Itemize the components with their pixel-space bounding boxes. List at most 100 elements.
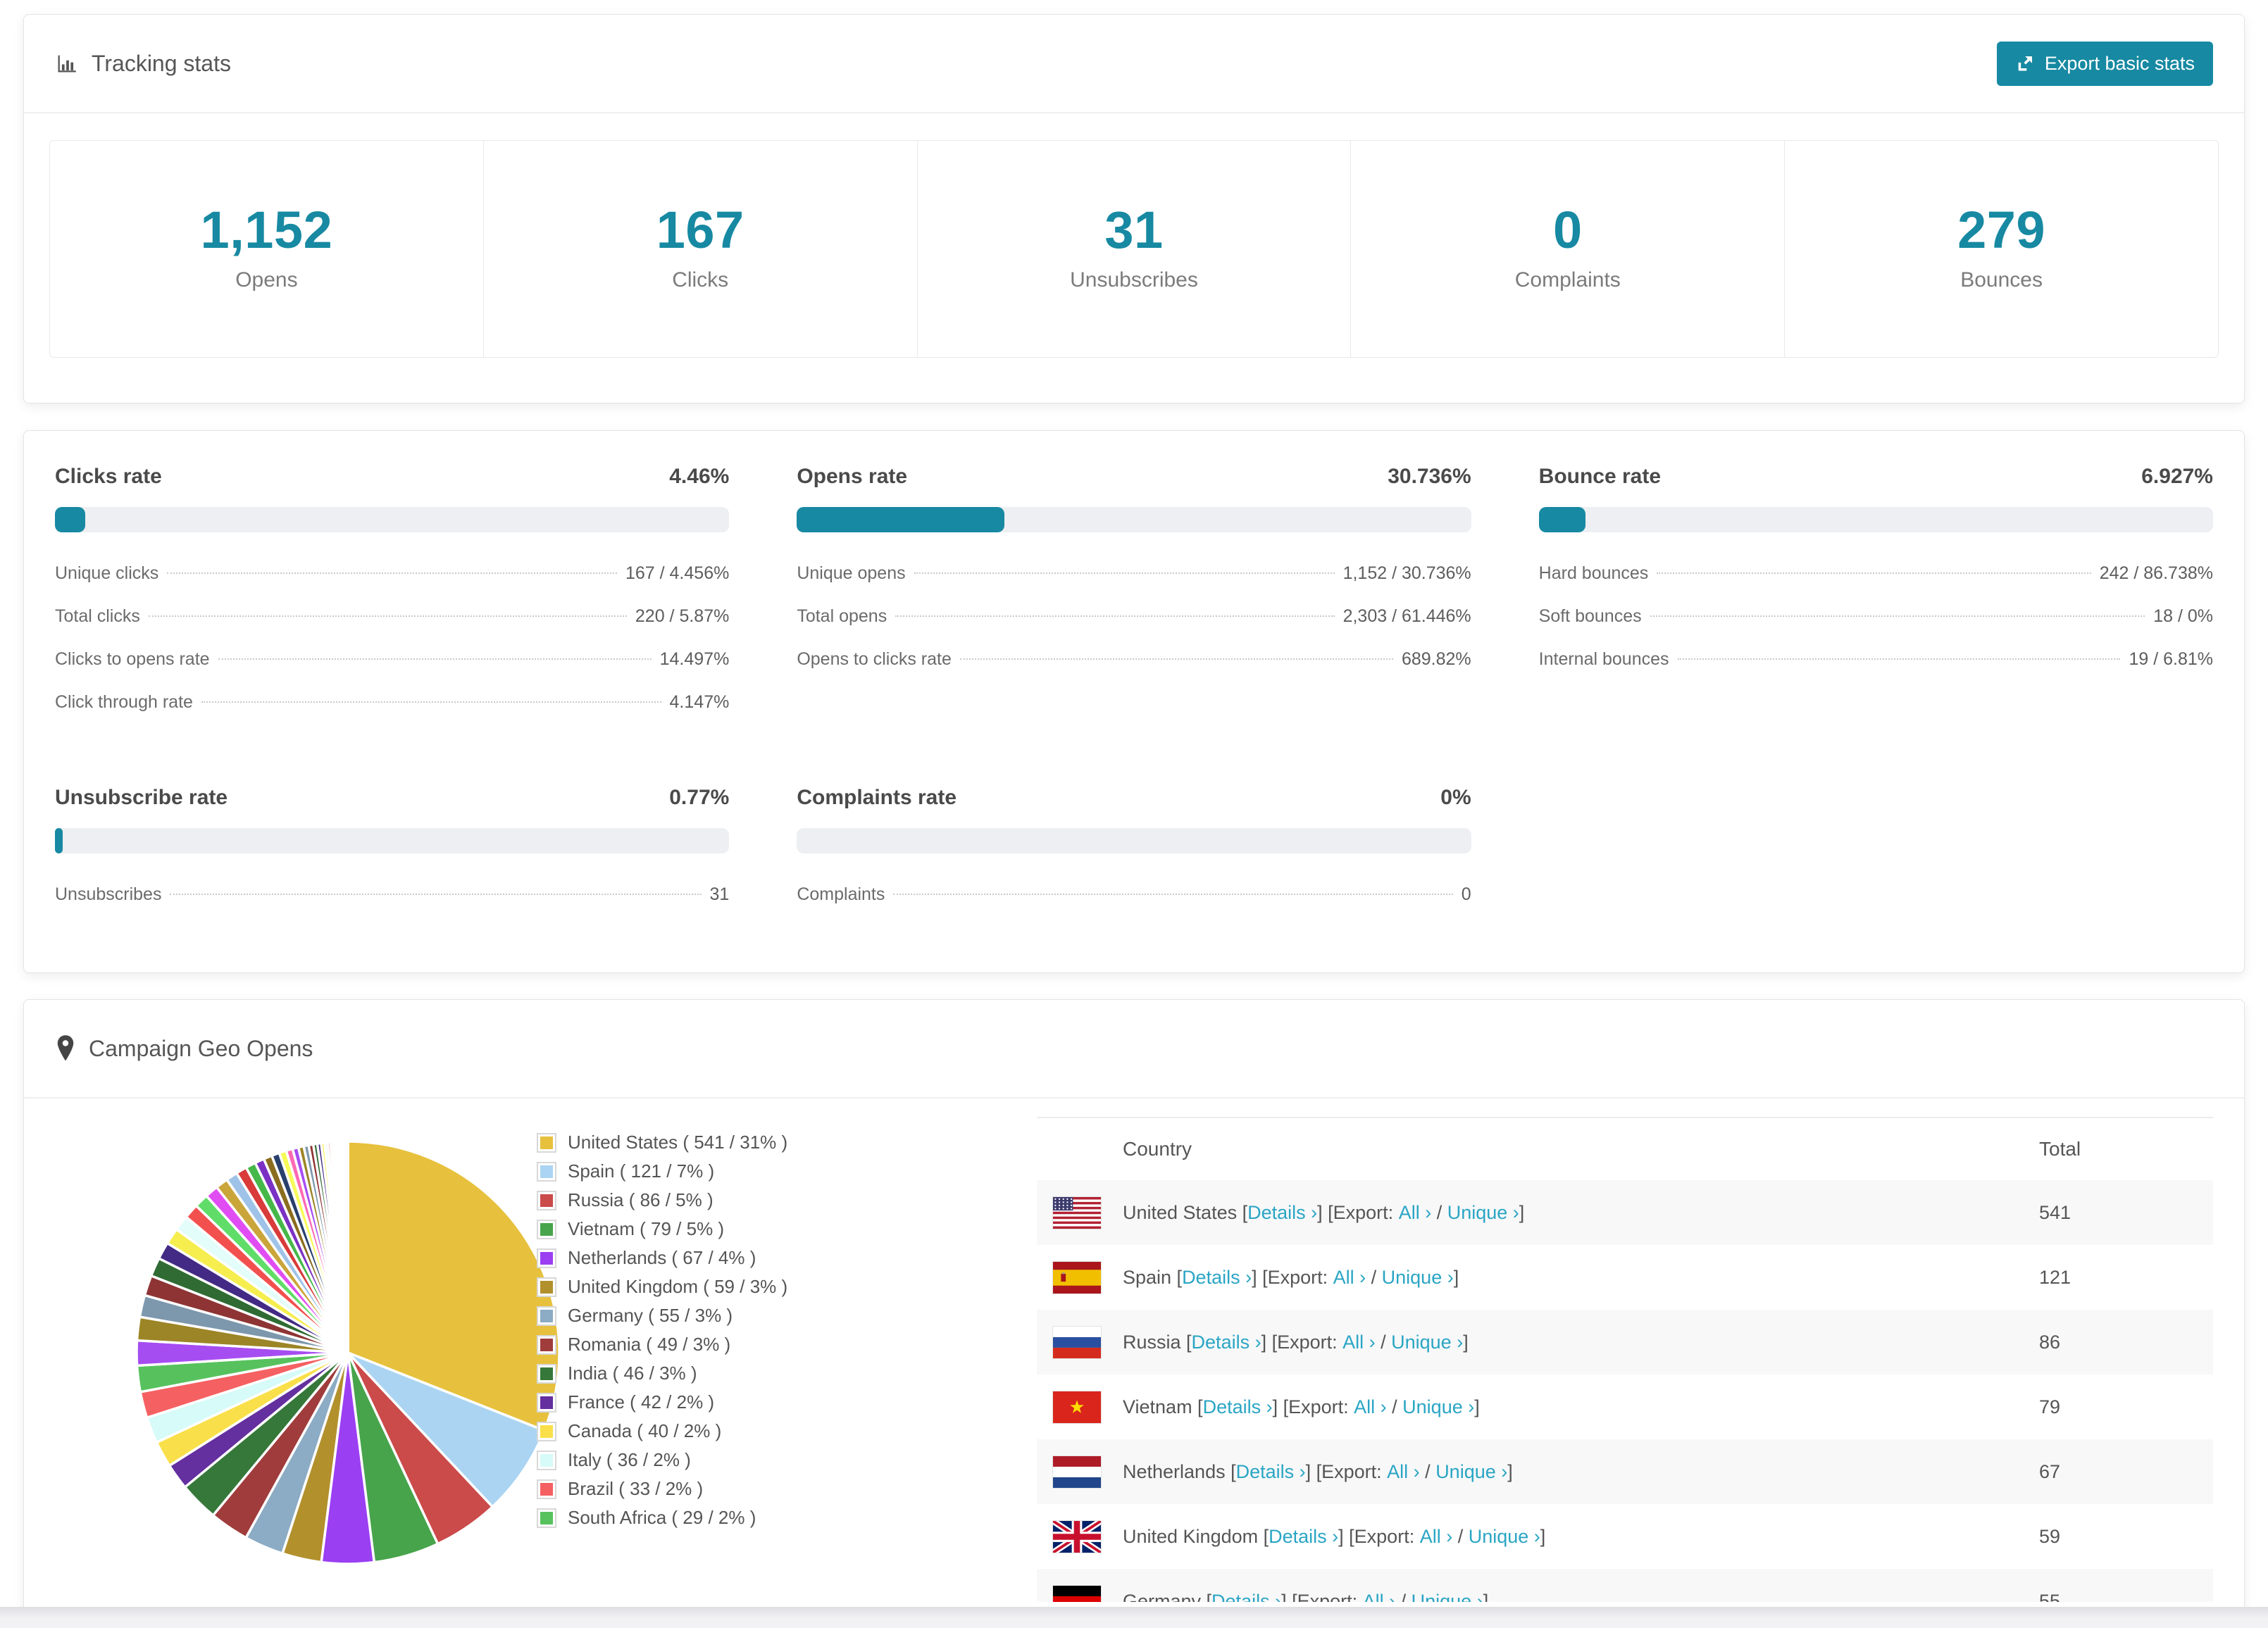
rate-row-value: 220 / 5.87% <box>635 606 730 626</box>
table-row-us: United States [Details ›] [Export: All ›… <box>1037 1180 2213 1245</box>
rate-row-label: Complaints <box>797 884 885 904</box>
total-cell: 541 <box>2039 1201 2071 1223</box>
rate-row-value: 18 / 0% <box>2153 606 2213 626</box>
export-unique-link[interactable]: Unique › <box>1435 1461 1507 1483</box>
rate-row-value: 689.82% <box>1401 649 1471 669</box>
rate-row-label: Total opens <box>797 606 887 626</box>
country-cell: Russia [Details ›] [Export: All › / Uniq… <box>1123 1332 2039 1353</box>
export-all-link[interactable]: All › <box>1387 1461 1420 1483</box>
country-cell: Spain [Details ›] [Export: All › / Uniqu… <box>1123 1267 2039 1289</box>
details-link[interactable]: Details › <box>1247 1202 1317 1224</box>
export-unique-link[interactable]: Unique › <box>1412 1591 1483 1603</box>
export-unique-link[interactable]: Unique › <box>1447 1202 1519 1224</box>
legend-label: United States ( 541 / 31% ) <box>568 1132 788 1153</box>
details-link[interactable]: Details › <box>1269 1526 1338 1548</box>
rate-row: Unsubscribes 31 <box>55 873 729 916</box>
pie-slice-other-53 <box>346 1140 349 1353</box>
summary-box-unsubscribes: 31 Unsubscribes <box>916 141 1351 357</box>
flag-nl <box>1052 1455 1102 1489</box>
legend-label: South Africa ( 29 / 2% ) <box>568 1507 756 1528</box>
export-all-link[interactable]: All › <box>1333 1267 1366 1289</box>
export-all-link[interactable]: All › <box>1354 1396 1387 1418</box>
bracket-close: ] <box>1474 1396 1480 1417</box>
summary-label: Complaints <box>1514 268 1621 292</box>
rate-rows: Complaints 0 <box>797 873 1471 916</box>
table-row-de: Germany [Details ›] [Export: All › / Uni… <box>1037 1569 2213 1602</box>
flag-gb <box>1052 1520 1102 1553</box>
bracket-close: ] <box>1519 1201 1525 1223</box>
slash-text: / <box>1419 1460 1436 1482</box>
export-all-link[interactable]: All › <box>1342 1332 1376 1353</box>
details-link[interactable]: Details › <box>1236 1461 1306 1483</box>
slash-text: / <box>1431 1201 1447 1223</box>
legend-label: Romania ( 49 / 3% ) <box>568 1334 731 1355</box>
table-row-nl: Netherlands [Details ›] [Export: All › /… <box>1037 1439 2213 1504</box>
legend-item: Brazil ( 33 / 2% ) <box>537 1474 917 1503</box>
dotted-leader <box>893 894 1453 895</box>
bracket-close: ] <box>1453 1266 1459 1288</box>
rate-title: Unsubscribe rate <box>55 786 228 809</box>
legend-label: India ( 46 / 3% ) <box>568 1363 697 1384</box>
summary-value: 1,152 <box>200 201 333 259</box>
legend-label: Russia ( 86 / 5% ) <box>568 1189 714 1210</box>
legend-swatch <box>537 1248 556 1268</box>
details-link[interactable]: Details › <box>1203 1396 1273 1418</box>
dotted-leader <box>148 615 627 617</box>
rates-card: Clicks rate 4.46% Unique clicks 167 / 4.456… <box>23 430 2245 973</box>
rate-row: Unique clicks 167 / 4.456% <box>55 552 729 595</box>
export-unique-link[interactable]: Unique › <box>1469 1526 1540 1548</box>
legend-item: Netherlands ( 67 / 4% ) <box>537 1244 917 1272</box>
export-button-label: Export basic stats <box>2044 52 2195 74</box>
total-cell: 67 <box>2039 1460 2061 1482</box>
country-cell: United Kingdom [Details ›] [Export: All … <box>1123 1526 2039 1548</box>
rate-progress-track <box>1538 507 2213 532</box>
details-link[interactable]: Details › <box>1192 1332 1261 1353</box>
slash-text: / <box>1452 1525 1469 1547</box>
export-icon <box>2015 54 2035 73</box>
export-unique-link[interactable]: Unique › <box>1391 1332 1463 1353</box>
legend-item: Russia ( 86 / 5% ) <box>537 1186 917 1215</box>
rate-row-value: 31 <box>709 884 730 904</box>
export-all-link[interactable]: All › <box>1363 1591 1396 1603</box>
details-link[interactable]: Details › <box>1211 1591 1281 1603</box>
flag-us <box>1052 1196 1102 1229</box>
geo-table-header-row: Country Total <box>1037 1118 2213 1180</box>
export-all-link[interactable]: All › <box>1399 1202 1432 1224</box>
bracket-text: ] [Export: <box>1338 1525 1420 1547</box>
export-unique-link[interactable]: Unique › <box>1402 1396 1474 1418</box>
rate-row: Clicks to opens rate 14.497% <box>55 638 729 681</box>
geo-pie-chart <box>135 1140 561 1565</box>
country-cell: Netherlands [Details ›] [Export: All › /… <box>1123 1461 2039 1483</box>
legend-item: Italy ( 36 / 2% ) <box>537 1446 917 1474</box>
rate-progress-fill <box>797 507 1004 532</box>
table-row-gb: United Kingdom [Details ›] [Export: All … <box>1037 1504 2213 1569</box>
export-unique-link[interactable]: Unique › <box>1382 1267 1454 1289</box>
summary-label: Unsubscribes <box>1070 268 1198 292</box>
rate-rows: Unique clicks 167 / 4.456% Total clicks 220… <box>55 552 729 724</box>
rate-row-label: Internal bounces <box>1538 649 1669 669</box>
geo-table: Country Total United States [Details ›] … <box>1037 1117 2213 1602</box>
export-basic-stats-button[interactable]: Export basic stats <box>1996 41 2213 86</box>
rate-progress-fill <box>55 507 85 532</box>
bracket-close: ] <box>1507 1460 1513 1482</box>
bracket-text: ] [Export: <box>1272 1396 1354 1417</box>
bracket-close: ] <box>1540 1525 1546 1547</box>
slash-text: / <box>1386 1396 1403 1417</box>
dotted-leader <box>1650 615 2145 617</box>
slash-text: / <box>1375 1331 1392 1353</box>
country-cell: Germany [Details ›] [Export: All › / Uni… <box>1123 1591 2039 1603</box>
rate-row: Unique opens 1,152 / 30.736% <box>797 552 1471 595</box>
legend-swatch <box>537 1190 556 1210</box>
details-link[interactable]: Details › <box>1182 1267 1252 1289</box>
country-cell: United States [Details ›] [Export: All ›… <box>1123 1202 2039 1224</box>
geo-title-wrap: Campaign Geo Opens <box>55 1034 313 1063</box>
summary-boxes: 1,152 Opens 167 Clicks 31 Unsubscribes 0 Compla… <box>49 140 2219 358</box>
geo-header: Campaign Geo Opens <box>24 1000 2244 1098</box>
rate-rows: Hard bounces 242 / 86.738% Soft bounces 18 … <box>1539 552 2213 681</box>
legend-swatch <box>537 1392 556 1413</box>
export-all-link[interactable]: All › <box>1420 1526 1453 1548</box>
rate-row-label: Click through rate <box>55 692 193 712</box>
rate-row-value: 1,152 / 30.736% <box>1342 563 1471 583</box>
summary-value: 279 <box>1957 201 2046 259</box>
tracking-stats-header: Tracking stats Export basic stats <box>24 15 2244 113</box>
